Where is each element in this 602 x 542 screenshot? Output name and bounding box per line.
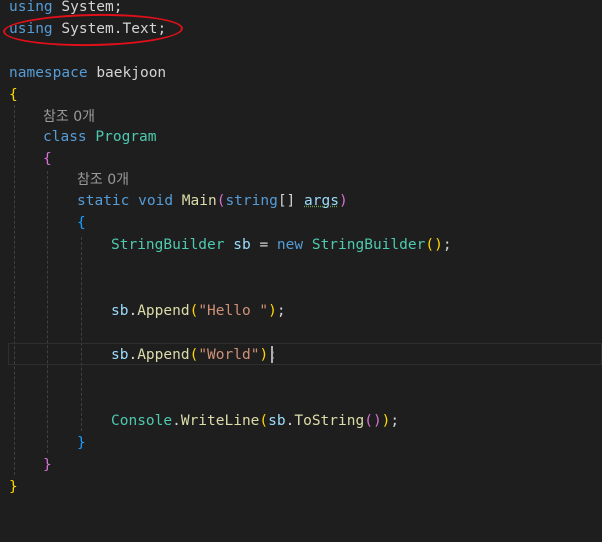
code-editor[interactable]: using System; using System.Text; namespa… [0, 0, 602, 512]
keyword: class [43, 129, 87, 145]
code-line[interactable]: static void Main(string[] args) [0, 190, 602, 212]
code-line[interactable]: sb.Append("Hello "); [0, 300, 602, 322]
type-name: StringBuilder [111, 237, 225, 253]
namespace-name: baekjoon [96, 65, 167, 81]
type-name: Console [111, 413, 173, 429]
variable-name: sb [268, 413, 286, 429]
keyword: string [225, 193, 278, 209]
namespace-name: System [61, 0, 114, 15]
brace: } [77, 435, 86, 451]
text-cursor [271, 346, 273, 363]
class-name: Program [95, 129, 157, 145]
parameter-name: args [304, 193, 339, 209]
indent-guide [81, 237, 82, 431]
code-line[interactable]: namespace baekjoon [0, 62, 602, 84]
method-name: Append [137, 347, 190, 363]
keyword: namespace [9, 65, 88, 81]
method-name: ToString [294, 413, 365, 429]
code-line[interactable]: sb.Append("World"); [0, 344, 602, 366]
brace: } [9, 479, 18, 495]
method-name: WriteLine [180, 413, 260, 429]
keyword: void [138, 193, 174, 209]
brace: { [9, 87, 18, 103]
codelens-reference-count[interactable]: 참조 0개 [77, 169, 129, 191]
code-line[interactable]: } [0, 476, 602, 498]
variable-name: sb [111, 347, 129, 363]
string-literal: "Hello " [198, 303, 269, 319]
brace: } [43, 457, 52, 473]
codelens-reference-count[interactable]: 참조 0개 [43, 106, 95, 128]
method-name: Append [137, 303, 190, 319]
string-literal: "World" [198, 347, 260, 363]
code-line[interactable]: { [0, 148, 602, 170]
code-line[interactable]: } [0, 454, 602, 476]
semicolon: ; [113, 0, 123, 15]
brace: { [77, 215, 86, 231]
code-line[interactable]: { [0, 212, 602, 234]
keyword: static [77, 193, 130, 209]
codelens-line: 참조 0개 [0, 169, 602, 191]
type-name: StringBuilder [311, 237, 426, 253]
code-line[interactable]: StringBuilder sb = new StringBuilder(); [0, 234, 602, 256]
keyword: using [9, 0, 53, 15]
code-line[interactable]: Console.WriteLine(sb.ToString()); [0, 410, 602, 432]
method-name: Main [181, 193, 217, 209]
variable-name: sb [111, 303, 129, 319]
variable-name: sb [233, 237, 251, 253]
code-line[interactable]: class Program [0, 126, 602, 148]
code-line[interactable]: } [0, 432, 602, 454]
brace: { [43, 151, 52, 167]
codelens-line: 참조 0개 [0, 106, 602, 128]
keyword: new [276, 237, 304, 253]
code-line[interactable]: { [0, 84, 602, 106]
